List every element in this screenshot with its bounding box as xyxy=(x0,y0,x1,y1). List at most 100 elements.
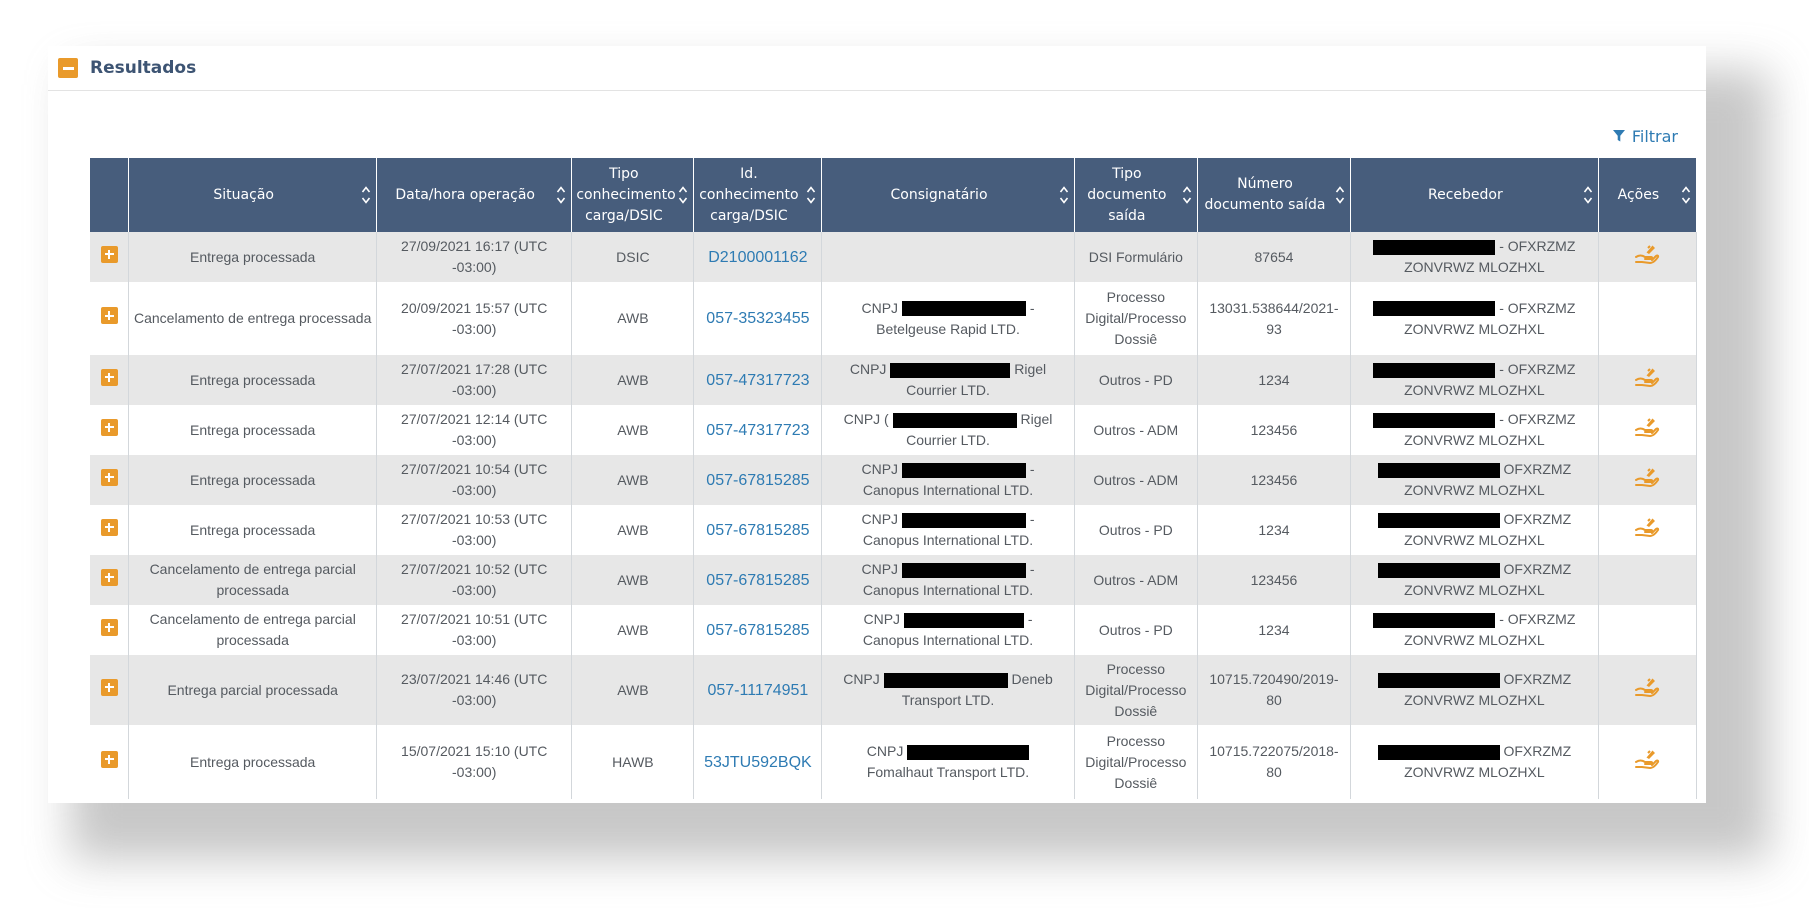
id-conhecimento-link[interactable]: 53JTU592BQK xyxy=(704,754,812,771)
column-header-6[interactable]: Tipo documento saída xyxy=(1074,158,1198,232)
table-row[interactable]: Cancelamento de entrega parcial processa… xyxy=(90,555,1698,605)
numero-documento: 1234 xyxy=(1258,521,1290,538)
numero-documento: 10715.720490/2019-80 xyxy=(1209,671,1339,708)
column-header-7[interactable]: Número documento saída xyxy=(1197,158,1351,232)
plus-square-icon[interactable] xyxy=(100,418,118,436)
column-header-label: Data/hora operação xyxy=(395,186,535,203)
recebedor-suffix: - OFXRZMZ xyxy=(1499,299,1576,316)
tipo-documento-cell: Processo Digital/Processo Dossiê xyxy=(1074,655,1198,725)
table-row[interactable]: Entrega processada 27/07/2021 12:14 (UTC … xyxy=(90,405,1698,455)
plus-square-icon[interactable] xyxy=(100,468,118,486)
table-row[interactable]: Entrega processada 27/07/2021 10:53 (UTC … xyxy=(90,505,1698,555)
column-header-4[interactable]: Id. conhecimento carga/DSIC xyxy=(693,158,823,232)
table-row[interactable]: Entrega processada 15/07/2021 15:10 (UTC … xyxy=(90,725,1698,799)
hand-delivery-icon[interactable] xyxy=(1634,365,1660,389)
tipo-documento: Outros - ADM xyxy=(1093,471,1179,488)
table-row[interactable]: Cancelamento de entrega parcial processa… xyxy=(90,605,1698,655)
id-conhecimento-link[interactable]: 057-67815285 xyxy=(706,472,809,489)
plus-square-icon[interactable] xyxy=(100,307,118,324)
numero-documento: 1234 xyxy=(1258,371,1290,388)
id-conhecimento-link[interactable]: 057-67815285 xyxy=(706,522,809,539)
consignee-suffix: Rigel xyxy=(1014,361,1047,377)
sort-arrows-icon[interactable] xyxy=(1059,184,1069,206)
tipo-documento: DSI Formulário xyxy=(1088,248,1183,265)
filter-link[interactable]: Filtrar xyxy=(1612,127,1678,146)
redacted-block xyxy=(1373,301,1496,317)
column-header-0 xyxy=(90,158,130,232)
plus-square-icon[interactable] xyxy=(100,568,118,586)
table-row[interactable]: Entrega processada 27/09/2021 16:17 (UTC … xyxy=(90,232,1698,282)
hand-delivery-icon[interactable] xyxy=(1634,465,1660,489)
tipo-conhecimento: AWB xyxy=(617,371,649,388)
redacted-block xyxy=(883,672,1008,688)
table-row[interactable]: Entrega processada 27/07/2021 10:54 (UTC … xyxy=(90,455,1698,505)
redacted-block xyxy=(1377,512,1500,528)
numero-documento: 1234 xyxy=(1258,621,1290,638)
column-header-8[interactable]: Recebedor xyxy=(1350,158,1599,232)
situacao-cell: Entrega processada xyxy=(128,725,378,799)
recebedor-name: ZONVRWZ MLOZHXL xyxy=(1404,764,1545,780)
id-conhecimento-link[interactable]: 057-47317723 xyxy=(706,372,809,389)
redacted-block xyxy=(1377,744,1500,760)
column-header-1[interactable]: Situação xyxy=(128,158,378,232)
id-conhecimento-link[interactable]: 057-47317723 xyxy=(706,422,809,439)
numero-documento-cell: 123456 xyxy=(1197,455,1351,505)
minus-square-icon[interactable] xyxy=(58,58,78,78)
acoes-cell xyxy=(1598,355,1698,405)
situacao: Cancelamento de entrega parcial processa… xyxy=(149,611,356,648)
tipo-documento-cell: Outros - ADM xyxy=(1074,555,1198,605)
data-cell: 27/07/2021 17:28 (UTC -03:00) xyxy=(376,355,573,405)
filter-row: Filtrar xyxy=(48,91,1706,157)
recebedor-suffix: OFXRZMZ xyxy=(1503,511,1572,527)
column-header-2[interactable]: Data/hora operação xyxy=(376,158,573,232)
sort-arrows-icon[interactable] xyxy=(1583,184,1593,206)
tipo-documento: Processo Digital/Processo Dossiê xyxy=(1085,289,1187,347)
id-conhecimento-link[interactable]: 057-67815285 xyxy=(706,622,809,639)
tipo-conhecimento: AWB xyxy=(617,471,649,488)
column-header-3[interactable]: Tipo conhecimento carga/DSIC xyxy=(571,158,695,232)
hand-delivery-icon[interactable] xyxy=(1634,675,1660,699)
consignee-suffix: - xyxy=(1029,299,1035,316)
redacted-block xyxy=(1373,412,1496,428)
sort-arrows-icon[interactable] xyxy=(361,184,371,206)
recebedor-cell: OFXRZMZ ZONVRWZ MLOZHXL xyxy=(1350,655,1599,725)
tipo-documento-cell: Outros - PD xyxy=(1074,605,1198,655)
plus-square-icon[interactable] xyxy=(100,678,118,696)
column-header-9[interactable]: Ações xyxy=(1598,158,1698,232)
column-header-label: Consignatário xyxy=(890,186,988,203)
plus-square-icon[interactable] xyxy=(100,245,118,263)
plus-square-icon[interactable] xyxy=(100,618,118,636)
hand-delivery-icon[interactable] xyxy=(1634,415,1660,439)
hand-delivery-icon[interactable] xyxy=(1634,515,1660,539)
sort-arrows-icon[interactable] xyxy=(1335,184,1345,206)
column-header-label: Número documento saída xyxy=(1204,176,1326,213)
expand-cell xyxy=(90,405,130,455)
table-row[interactable]: Entrega processada 27/07/2021 17:28 (UTC … xyxy=(90,355,1698,405)
sort-arrows-icon[interactable] xyxy=(1182,184,1192,206)
table-row[interactable]: Entrega parcial processada 23/07/2021 14:… xyxy=(90,655,1698,725)
id-conhecimento-link[interactable]: 057-67815285 xyxy=(706,572,809,589)
id-conhecimento-link[interactable]: 057-11174951 xyxy=(707,682,808,699)
consignee-name: Betelgeuse Rapid LTD. xyxy=(876,320,1020,337)
id-cell: 057-47317723 xyxy=(693,355,823,405)
sort-arrows-icon[interactable] xyxy=(806,184,816,206)
sort-arrows-icon[interactable] xyxy=(678,184,688,206)
data-hora: 27/07/2021 17:28 (UTC -03:00) xyxy=(401,361,548,398)
sort-arrows-icon[interactable] xyxy=(556,184,566,206)
sort-arrows-icon[interactable] xyxy=(1681,184,1691,206)
plus-square-icon[interactable] xyxy=(100,518,118,536)
plus-square-icon[interactable] xyxy=(100,368,118,386)
id-conhecimento-link[interactable]: D2100001162 xyxy=(708,249,807,266)
redacted-block xyxy=(1373,239,1496,255)
tipo-conhecimento: AWB xyxy=(617,421,649,438)
consignatario-cell: CNPJ - Betelgeuse Rapid LTD. xyxy=(821,282,1075,355)
hand-delivery-icon[interactable] xyxy=(1634,747,1660,771)
plus-square-icon[interactable] xyxy=(100,750,118,768)
column-header-5[interactable]: Consignatário xyxy=(821,158,1075,232)
situacao: Entrega processada xyxy=(190,521,316,538)
recebedor-name: ZONVRWZ MLOZHXL xyxy=(1404,320,1545,337)
hand-delivery-icon[interactable] xyxy=(1634,242,1660,266)
table-row[interactable]: Cancelamento de entrega processada 20/09/… xyxy=(90,282,1698,355)
numero-documento-cell: 10715.722075/2018-80 xyxy=(1197,725,1351,799)
id-conhecimento-link[interactable]: 057-35323455 xyxy=(706,310,809,327)
